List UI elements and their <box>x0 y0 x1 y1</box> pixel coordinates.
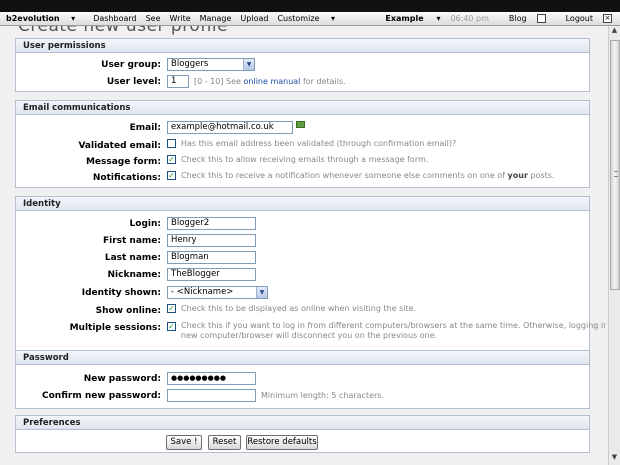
user-group-select[interactable]: Bloggers ▼ <box>167 58 255 71</box>
evobar: b2evolution ▾ Dashboard See Write Manage… <box>0 12 620 26</box>
blog-link[interactable]: Blog <box>499 12 546 26</box>
row-message-form: Message form: ✓ Check this to allow rece… <box>16 155 591 171</box>
vertical-scrollbar[interactable]: ▲ ▼ <box>608 26 620 465</box>
envelope-icon[interactable] <box>296 121 305 128</box>
form-buttons: Save ! Reset Restore defaults <box>15 431 590 453</box>
row-new-password: New password: ●●●●●●●●● <box>16 372 591 388</box>
row-user-level: User level: 1 [0 - 10] See online manual… <box>16 75 591 91</box>
clock-time: 06:40 pm <box>450 14 489 23</box>
menu-dashboard[interactable]: Dashboard <box>93 12 136 26</box>
label-notifications: Notifications: <box>92 173 161 183</box>
new-password-input[interactable]: ●●●●●●●●● <box>167 372 256 385</box>
notifications-checkbox[interactable]: ✓ <box>167 171 176 180</box>
menu-see[interactable]: See <box>146 12 161 26</box>
menu-customize[interactable]: Customize ▾ <box>277 12 344 26</box>
chevron-down-icon: ▼ <box>256 287 267 298</box>
logout-link[interactable]: Logout × <box>556 12 612 26</box>
row-multiple-sessions: Multiple sessions: ✓ Check this if you w… <box>16 321 606 343</box>
row-last-name: Last name: Blogman <box>16 251 591 267</box>
identity-shown-select[interactable]: - <Nickname> ▼ <box>167 286 268 299</box>
label-user-level: User level: <box>106 77 161 87</box>
evobar-menu: b2evolution ▾ Dashboard See Write Manage… <box>6 12 353 26</box>
row-user-group: User group: Bloggers ▼ <box>16 58 591 74</box>
grip-icon <box>614 171 618 177</box>
menu-upload[interactable]: Upload <box>240 12 268 26</box>
chevron-down-icon: ▾ <box>331 14 336 23</box>
label-message-form: Message form: <box>85 157 161 167</box>
message-form-checkbox[interactable]: ✓ <box>167 155 176 164</box>
login-input[interactable]: Blogger2 <box>167 217 256 230</box>
validated-email-checkbox[interactable] <box>167 139 176 148</box>
scroll-down-icon[interactable]: ▼ <box>609 453 620 465</box>
legend-preferences: Preferences <box>16 416 589 430</box>
label-validated-email: Validated email: <box>78 141 161 151</box>
scroll-up-icon[interactable]: ▲ <box>609 26 620 38</box>
legend-identity: Identity <box>16 197 589 211</box>
menu-write[interactable]: Write <box>170 12 191 26</box>
nickname-input[interactable]: TheBlogger <box>167 268 256 281</box>
chevron-down-icon: ▾ <box>436 14 441 23</box>
multiple-sessions-note: Check this if you want to log in from di… <box>181 321 606 340</box>
legend-password: Password <box>16 351 589 365</box>
label-first-name: First name: <box>102 236 161 246</box>
row-notifications: Notifications: ✓ Check this to receive a… <box>16 171 591 187</box>
page-title: Create new user profile <box>18 26 229 36</box>
label-show-online: Show online: <box>95 306 161 316</box>
label-email: Email: <box>129 123 161 133</box>
close-icon: × <box>603 14 612 23</box>
email-field[interactable]: example@hotmail.co.uk <box>167 121 293 134</box>
label-nickname: Nickname: <box>107 270 162 280</box>
row-email: Email: example@hotmail.co.uk <box>16 121 591 137</box>
restore-defaults-button[interactable]: Restore defaults <box>246 435 318 450</box>
legend-email: Email communications <box>16 101 589 115</box>
show-online-note: Check this to be displayed as online whe… <box>181 304 417 313</box>
evobar-brand[interactable]: b2evolution ▾ <box>6 12 84 26</box>
row-first-name: First name: Henry <box>16 234 591 250</box>
row-show-online: Show online: ✓ Check this to be displaye… <box>16 304 591 320</box>
site-selector[interactable]: Example ▾ <box>375 12 440 26</box>
last-name-input[interactable]: Blogman <box>167 251 256 264</box>
scrollbar-thumb[interactable] <box>610 40 620 290</box>
row-validated-email: Validated email: Has this email address … <box>16 139 591 155</box>
fieldset-identity: Identity Login: Blogger2 First name: Hen… <box>15 196 606 369</box>
row-confirm-password: Confirm new password: Minimum length: 5 … <box>16 389 591 405</box>
chevron-down-icon: ▾ <box>71 14 76 23</box>
row-login: Login: Blogger2 <box>16 217 591 233</box>
user-level-note: [0 - 10] See online manual for details. <box>194 77 346 86</box>
user-level-input[interactable]: 1 <box>167 75 189 88</box>
row-nickname: Nickname: TheBlogger <box>16 268 591 284</box>
row-identity-shown: Identity shown: - <Nickname> ▼ <box>16 286 591 302</box>
save-button[interactable]: Save ! <box>166 435 202 450</box>
reset-button[interactable]: Reset <box>208 435 241 450</box>
label-login: Login: <box>129 219 161 229</box>
confirm-password-input[interactable] <box>167 389 256 402</box>
main-content: Create new user profile User permissions… <box>0 26 606 465</box>
online-manual-link[interactable]: online manual <box>244 77 301 86</box>
label-user-group: User group: <box>101 60 161 70</box>
label-last-name: Last name: <box>104 253 161 263</box>
blog-icon <box>536 14 546 23</box>
fieldset-password: Password New password: ●●●●●●●●● Confirm… <box>15 350 590 409</box>
fieldset-preferences: Preferences <box>15 415 590 432</box>
password-length-note: Minimum length: 5 characters. <box>261 391 385 400</box>
show-online-checkbox[interactable]: ✓ <box>167 304 176 313</box>
label-identity-shown: Identity shown: <box>81 288 161 298</box>
message-form-note: Check this to allow receiving emails thr… <box>181 155 429 164</box>
window-top-strip <box>0 0 620 12</box>
validated-email-note: Has this email address been validated (t… <box>181 139 457 148</box>
first-name-input[interactable]: Henry <box>167 234 256 247</box>
label-new-password: New password: <box>83 374 161 384</box>
label-confirm-password: Confirm new password: <box>42 391 161 401</box>
label-multiple-sessions: Multiple sessions: <box>69 323 161 333</box>
fieldset-email: Email communications Email: example@hotm… <box>15 100 590 188</box>
chevron-down-icon: ▼ <box>243 59 254 70</box>
legend-user-permissions: User permissions <box>16 39 589 53</box>
evobar-right: Example ▾ 06:40 pm Blog Logout × <box>365 12 612 26</box>
notifications-note: Check this to receive a notification whe… <box>181 171 555 180</box>
multiple-sessions-checkbox[interactable]: ✓ <box>167 322 176 331</box>
fieldset-user-permissions: User permissions User group: Bloggers ▼ … <box>15 38 590 92</box>
menu-manage[interactable]: Manage <box>200 12 232 26</box>
